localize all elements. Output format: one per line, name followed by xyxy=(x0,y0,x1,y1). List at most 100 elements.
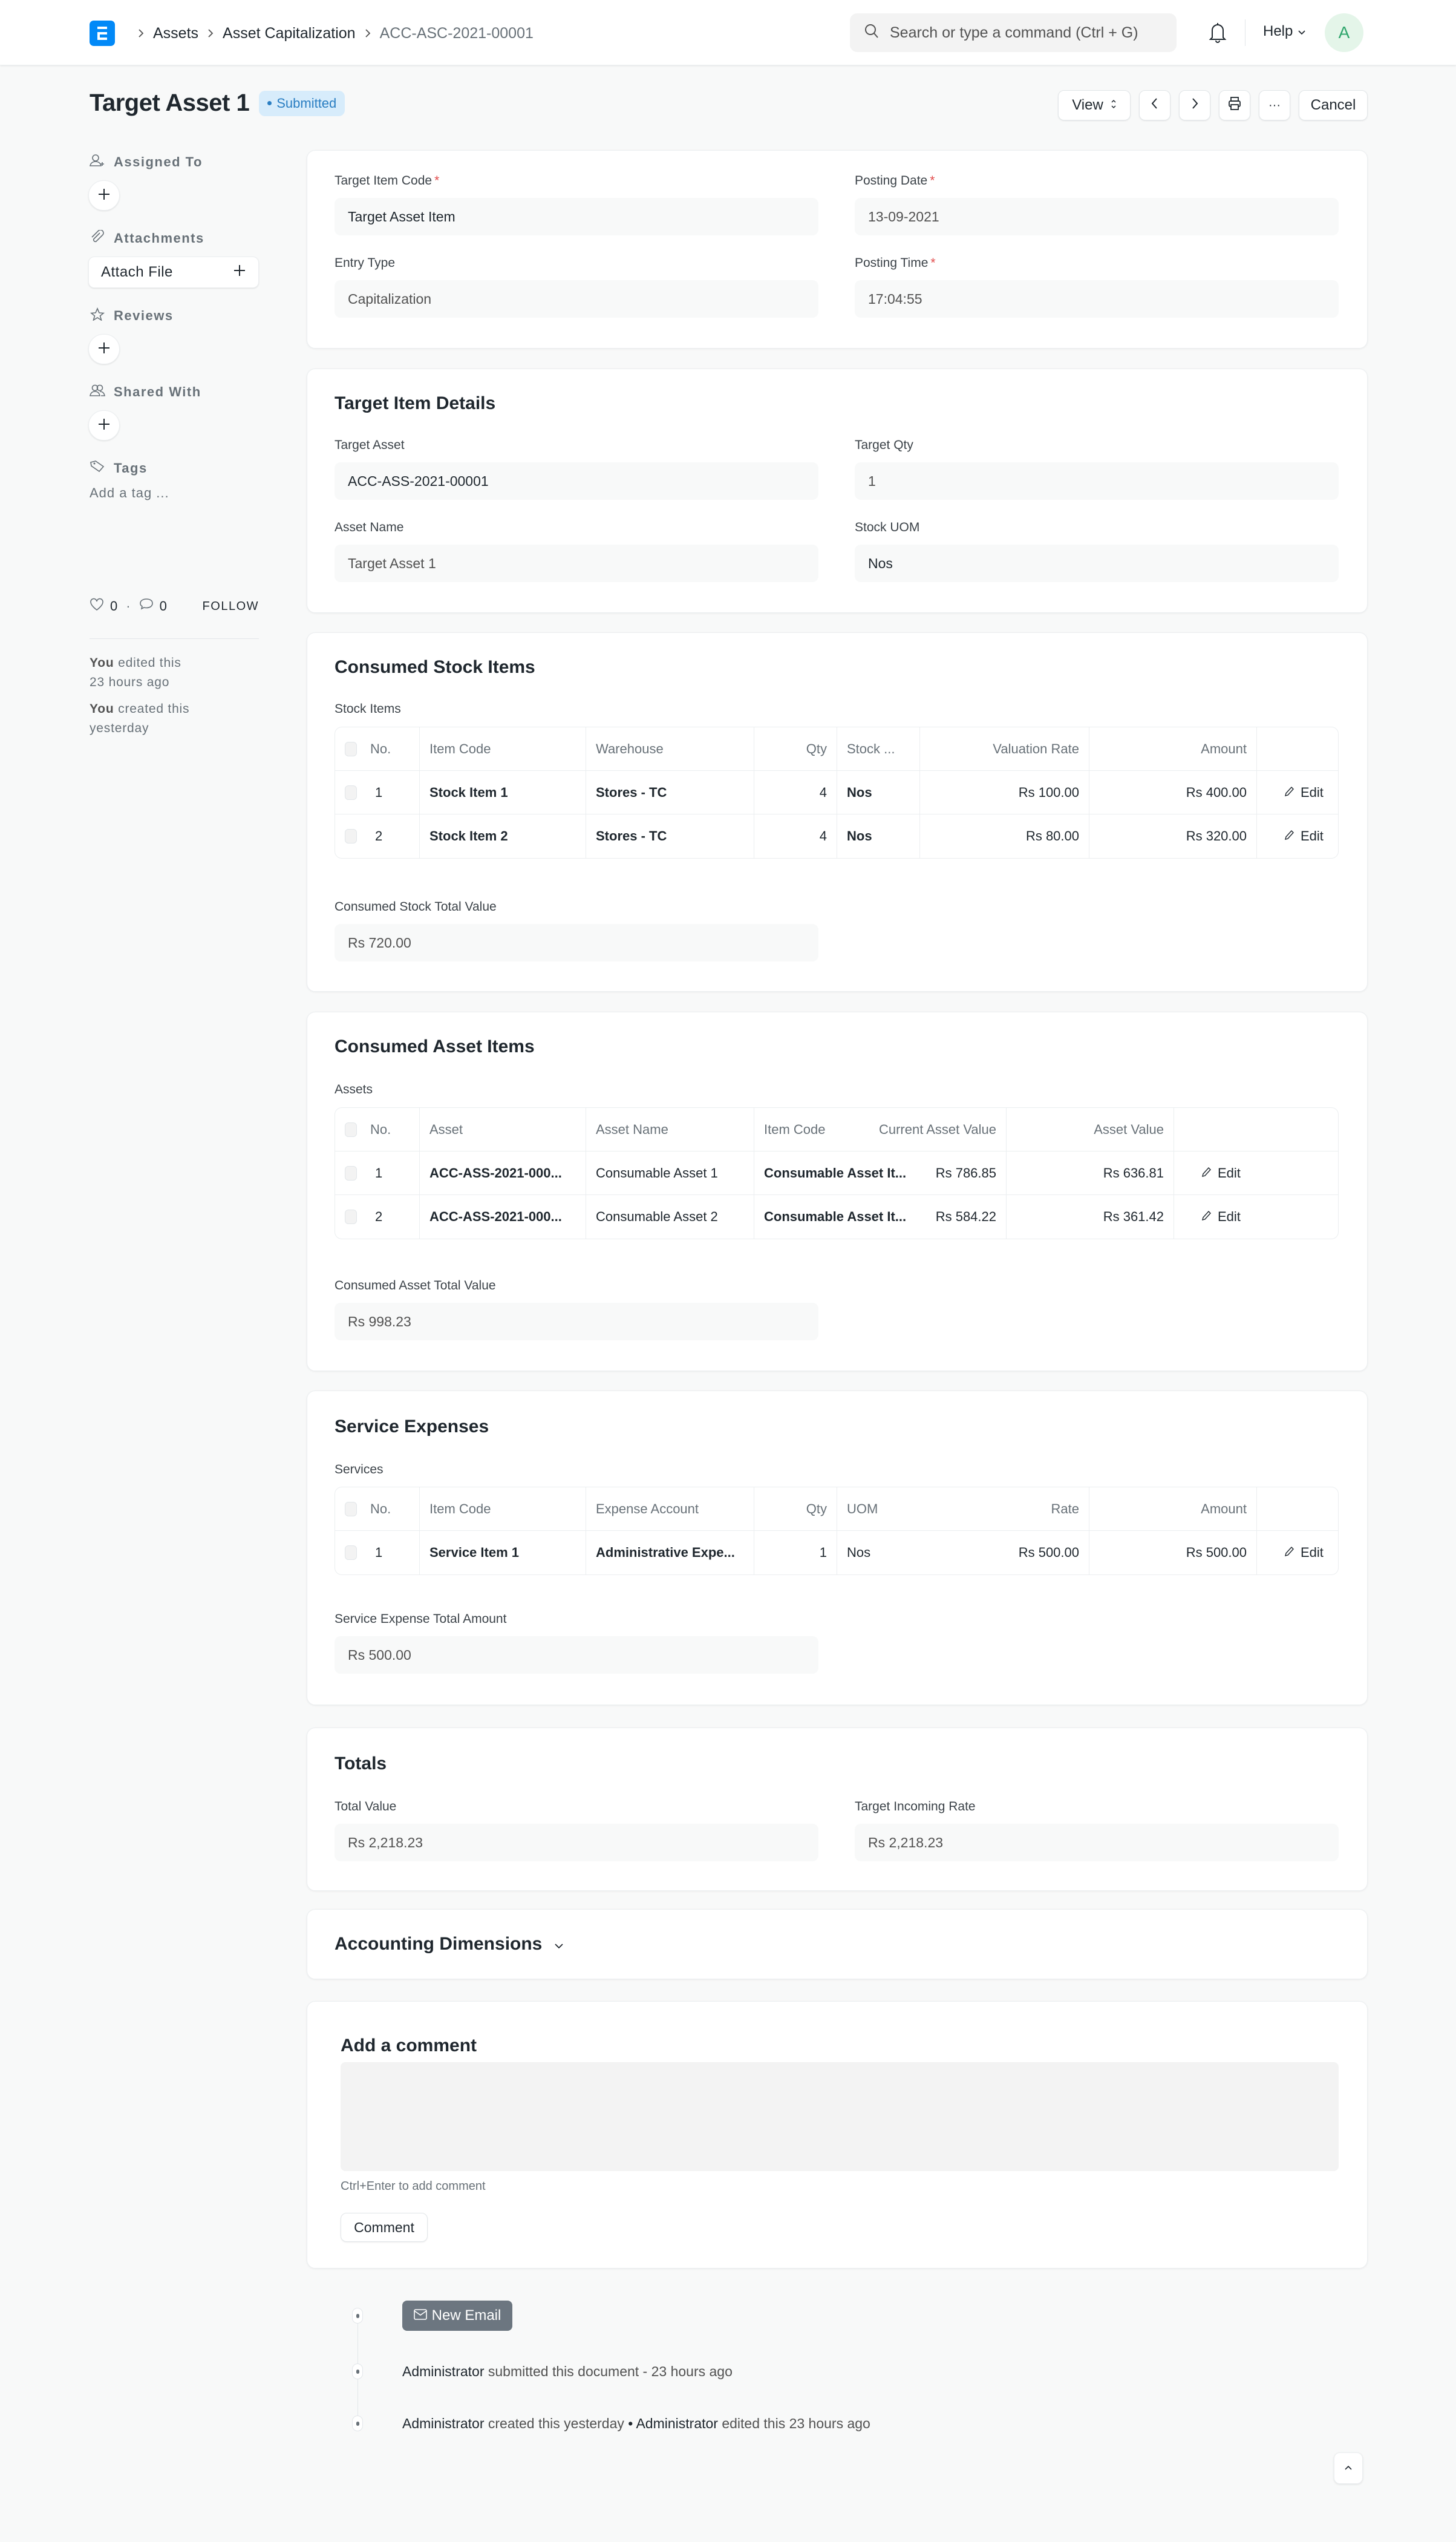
add-assignee-button[interactable] xyxy=(88,180,120,211)
row-checkbox[interactable] xyxy=(345,785,357,800)
add-review-button[interactable] xyxy=(88,334,120,364)
more-actions-button[interactable]: ··· xyxy=(1259,90,1290,120)
row-checkbox[interactable] xyxy=(345,829,357,844)
table-row[interactable]: 1 Stock Item 1 Stores - TC 4 Nos Rs 100.… xyxy=(335,771,1338,814)
cell-current-asset-value[interactable]: Rs 786.85 xyxy=(837,1151,1007,1194)
services-table: No. Item Code Expense Account Qty UOM Ra… xyxy=(335,1487,1339,1575)
table-row[interactable]: 2 ACC-ASS-2021-000... Consumable Asset 2… xyxy=(335,1195,1338,1239)
posting-date-field[interactable]: 13-09-2021 xyxy=(855,198,1339,235)
new-email-button[interactable]: New Email xyxy=(402,2301,512,2331)
select-all-checkbox[interactable] xyxy=(345,741,357,756)
cell-asset[interactable]: ACC-ASS-2021-000... xyxy=(420,1195,586,1239)
attach-file-button[interactable]: Attach File xyxy=(88,257,259,288)
posting-time-field[interactable]: 17:04:55 xyxy=(855,280,1339,318)
comment-title: Add a comment xyxy=(341,2036,477,2056)
stock-uom-field[interactable]: Nos xyxy=(855,545,1339,582)
cell-valuation-rate[interactable]: Rs 100.00 xyxy=(920,771,1089,814)
event-user[interactable]: Administrator xyxy=(636,2416,717,2431)
cell-valuation-rate[interactable]: Rs 80.00 xyxy=(920,814,1089,858)
cell-asset[interactable]: ACC-ASS-2021-000... xyxy=(420,1151,586,1194)
help-dropdown[interactable]: Help xyxy=(1263,23,1306,40)
cell-warehouse[interactable]: Stores - TC xyxy=(586,814,754,858)
breadcrumb-current[interactable]: ACC-ASC-2021-00001 xyxy=(380,25,534,42)
table-header: No. Asset Asset Name Item Code Current A… xyxy=(335,1108,1338,1151)
previous-doc-button[interactable] xyxy=(1139,90,1170,120)
cell-asset-value[interactable]: Rs 636.81 xyxy=(1007,1151,1174,1194)
row-checkbox[interactable] xyxy=(345,1210,357,1224)
edit-row-button[interactable]: Edit xyxy=(1257,771,1338,814)
search-input[interactable]: Search or type a command (Ctrl + G) xyxy=(850,13,1177,52)
add-share-button[interactable] xyxy=(88,410,120,441)
chevron-up-icon xyxy=(1344,2463,1353,2474)
cell-uom[interactable]: Nos xyxy=(837,814,920,858)
cell-item-code[interactable]: Stock Item 2 xyxy=(420,814,586,858)
follow-button[interactable]: FOLLOW xyxy=(203,600,259,614)
cell-warehouse[interactable]: Stores - TC xyxy=(586,771,754,814)
cell-qty[interactable]: 1 xyxy=(754,1531,837,1574)
header-valuation-rate: Valuation Rate xyxy=(920,727,1089,770)
cell-amount[interactable]: Rs 320.00 xyxy=(1089,814,1257,858)
table-row[interactable]: 1 ACC-ASS-2021-000... Consumable Asset 1… xyxy=(335,1151,1338,1195)
app-logo[interactable] xyxy=(90,21,115,46)
paperclip-icon xyxy=(90,229,105,247)
section-title: Target Item Details xyxy=(335,393,496,413)
edit-row-button[interactable]: Edit xyxy=(1257,1531,1338,1574)
table-row[interactable]: 1 Service Item 1 Administrative Expe... … xyxy=(335,1531,1338,1574)
timeline-dot xyxy=(352,2363,363,2379)
heart-icon[interactable] xyxy=(90,598,104,615)
entry-type-field[interactable]: Capitalization xyxy=(335,280,818,318)
header-asset-value: Asset Value xyxy=(1007,1108,1174,1151)
cell-uom[interactable]: Nos xyxy=(837,1531,920,1574)
view-button[interactable]: View xyxy=(1058,90,1131,120)
cell-asset-name[interactable]: Consumable Asset 1 xyxy=(586,1151,754,1194)
edit-row-button[interactable]: Edit xyxy=(1174,1195,1338,1239)
print-button[interactable] xyxy=(1219,90,1250,120)
service-expense-total-field: Rs 500.00 xyxy=(335,1636,818,1674)
target-item-code-field[interactable]: Target Asset Item xyxy=(335,198,818,235)
add-tag-input[interactable]: Add a tag ... xyxy=(90,485,259,501)
select-all-checkbox[interactable] xyxy=(345,1501,357,1516)
cell-item-code[interactable]: Stock Item 1 xyxy=(420,771,586,814)
help-label: Help xyxy=(1263,23,1293,39)
cell-item-code[interactable]: Service Item 1 xyxy=(420,1531,586,1574)
event-user[interactable]: Administrator xyxy=(402,2363,484,2379)
comment-button[interactable]: Comment xyxy=(341,2213,428,2242)
cell-asset-value[interactable]: Rs 361.42 xyxy=(1007,1195,1174,1239)
cancel-button[interactable]: Cancel xyxy=(1299,90,1368,120)
asset-name-field[interactable]: Target Asset 1 xyxy=(335,545,818,582)
chevron-right-icon xyxy=(137,28,145,38)
cell-rate[interactable]: Rs 500.00 xyxy=(920,1531,1089,1574)
cell-current-asset-value[interactable]: Rs 584.22 xyxy=(837,1195,1007,1239)
row-checkbox[interactable] xyxy=(345,1165,357,1181)
edit-row-button[interactable]: Edit xyxy=(1174,1151,1338,1194)
user-avatar[interactable]: A xyxy=(1325,13,1363,52)
cell-uom[interactable]: Nos xyxy=(837,771,920,814)
notification-bell-icon[interactable] xyxy=(1209,21,1227,47)
breadcrumb-asset-capitalization[interactable]: Asset Capitalization xyxy=(223,25,356,42)
cell-qty[interactable]: 4 xyxy=(754,771,837,814)
target-qty-field[interactable]: 1 xyxy=(855,462,1339,500)
event-user[interactable]: Administrator xyxy=(402,2416,484,2431)
next-doc-button[interactable] xyxy=(1179,90,1210,120)
table-row[interactable]: 2 Stock Item 2 Stores - TC 4 Nos Rs 80.0… xyxy=(335,814,1338,858)
cell-amount[interactable]: Rs 400.00 xyxy=(1089,771,1257,814)
accounting-dimensions-section[interactable]: Accounting Dimensions xyxy=(307,1909,1368,1979)
scroll-to-top-button[interactable] xyxy=(1334,2452,1363,2484)
cell-expense-account[interactable]: Administrative Expe... xyxy=(586,1531,754,1574)
header-actions xyxy=(1174,1108,1338,1151)
select-all-checkbox[interactable] xyxy=(345,1122,357,1137)
cell-amount[interactable]: Rs 500.00 xyxy=(1089,1531,1257,1574)
cell-qty[interactable]: 4 xyxy=(754,814,837,858)
status-text: Submitted xyxy=(276,95,337,111)
comment-textarea[interactable] xyxy=(341,2062,1339,2171)
row-checkbox[interactable] xyxy=(345,1545,357,1560)
section-title: Accounting Dimensions xyxy=(335,1934,543,1954)
breadcrumb-assets[interactable]: Assets xyxy=(153,25,198,42)
plus-icon xyxy=(233,264,246,281)
tags-label: Tags xyxy=(90,456,259,480)
target-asset-field[interactable]: ACC-ASS-2021-00001 xyxy=(335,462,818,500)
accounting-dimensions-toggle[interactable]: Accounting Dimensions xyxy=(335,1934,564,1954)
timeline-event: Administrator submitted this document - … xyxy=(402,2363,733,2380)
cell-asset-name[interactable]: Consumable Asset 2 xyxy=(586,1195,754,1239)
edit-row-button[interactable]: Edit xyxy=(1257,814,1338,858)
